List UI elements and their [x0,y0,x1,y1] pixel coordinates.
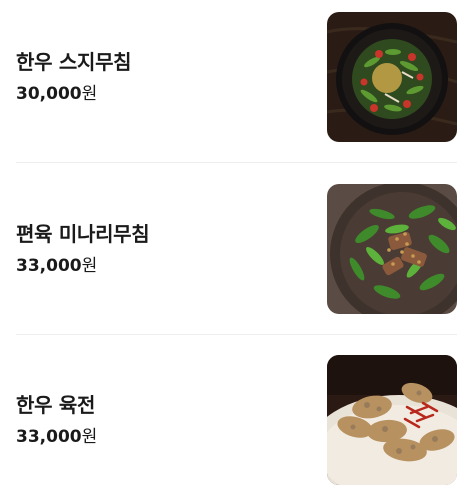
menu-item[interactable]: 한우 육전 33,000원 [16,355,457,485]
menu-item-price: 33,000원 [16,426,316,448]
menu-item-photo[interactable] [327,355,457,485]
price-amount: 30,000 [16,84,82,104]
price-amount: 33,000 [16,427,82,447]
menu-item-text: 편육 미나리무침 33,000원 [16,184,316,314]
menu-item-photo[interactable] [327,184,457,314]
price-currency: 원 [81,256,98,276]
menu-item-text: 한우 스지무침 30,000원 [16,12,316,142]
menu-item-name: 한우 육전 [16,393,96,417]
price-currency: 원 [81,427,98,447]
beef-jeon-pancake-photo [327,355,457,485]
menu-item-price: 30,000원 [16,83,316,105]
divider [16,334,457,335]
menu-item-text: 한우 육전 33,000원 [16,355,316,485]
price-currency: 원 [81,84,98,104]
menu-item-name: 편육 미나리무침 [16,222,150,246]
menu-item-photo[interactable] [327,12,457,142]
menu-item[interactable]: 한우 스지무침 30,000원 [16,12,457,142]
beef-tendon-salad-photo [327,12,457,142]
menu-item-price: 33,000원 [16,255,316,277]
menu-item[interactable]: 편육 미나리무침 33,000원 [16,184,457,314]
divider [16,162,457,163]
price-amount: 33,000 [16,256,82,276]
pressed-pork-minari-salad-photo [327,184,457,314]
menu-list: 한우 스지무침 30,000원 편육 미나리무침 33,000원 한우 육전 3… [0,0,465,502]
menu-item-name: 한우 스지무침 [16,50,132,74]
